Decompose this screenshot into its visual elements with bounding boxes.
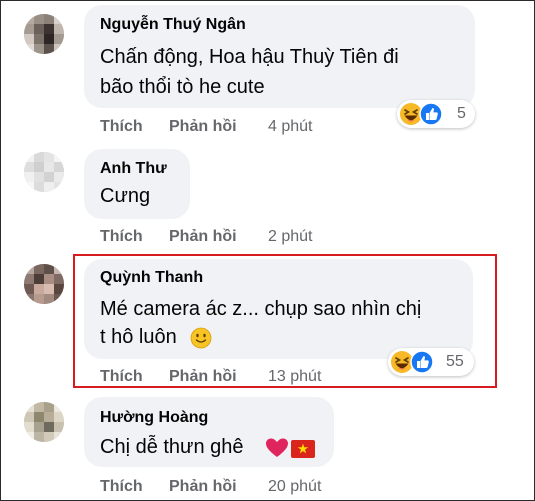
reply-link[interactable]: Phản hồi bbox=[169, 118, 237, 136]
comment-actions: Thích Phản hồi 20 phút bbox=[100, 478, 360, 498]
red-heart-icon bbox=[266, 438, 288, 457]
highlight-box bbox=[73, 254, 497, 388]
comment-timestamp[interactable]: 2 phút bbox=[268, 228, 312, 246]
reaction-summary[interactable]: 5 bbox=[397, 100, 475, 128]
comment-text-line: Cưng bbox=[100, 185, 151, 207]
avatar[interactable] bbox=[24, 402, 64, 442]
comment-text-line: bão thổi tò he cute bbox=[100, 76, 265, 98]
like-reaction-icon bbox=[419, 102, 443, 126]
comment-author[interactable]: Hường Hoàng bbox=[100, 409, 208, 427]
comment-timestamp[interactable]: 20 phút bbox=[268, 478, 321, 496]
avatar[interactable] bbox=[24, 152, 64, 192]
like-link[interactable]: Thích bbox=[100, 228, 143, 246]
reaction-count: 5 bbox=[457, 105, 466, 122]
reply-link[interactable]: Phản hồi bbox=[169, 228, 237, 246]
reply-link[interactable]: Phản hồi bbox=[169, 478, 237, 496]
comment-actions: Thích Phản hồi 4 phút bbox=[100, 118, 360, 138]
vietnam-flag-icon bbox=[291, 440, 315, 458]
comment-text-line: Chị dễ thưn ghê bbox=[100, 436, 244, 458]
comment-actions: Thích Phản hồi 2 phút bbox=[100, 228, 360, 248]
comment-author[interactable]: Anh Thư bbox=[100, 160, 167, 178]
comment-text-line: Chấn động, Hoa hậu Thuỳ Tiên đi bbox=[100, 46, 399, 68]
comment-timestamp[interactable]: 4 phút bbox=[268, 118, 312, 136]
like-link[interactable]: Thích bbox=[100, 478, 143, 496]
comment-author[interactable]: Nguyễn Thuý Ngân bbox=[100, 16, 246, 34]
like-link[interactable]: Thích bbox=[100, 118, 143, 136]
avatar[interactable] bbox=[24, 14, 64, 54]
avatar[interactable] bbox=[24, 264, 64, 304]
